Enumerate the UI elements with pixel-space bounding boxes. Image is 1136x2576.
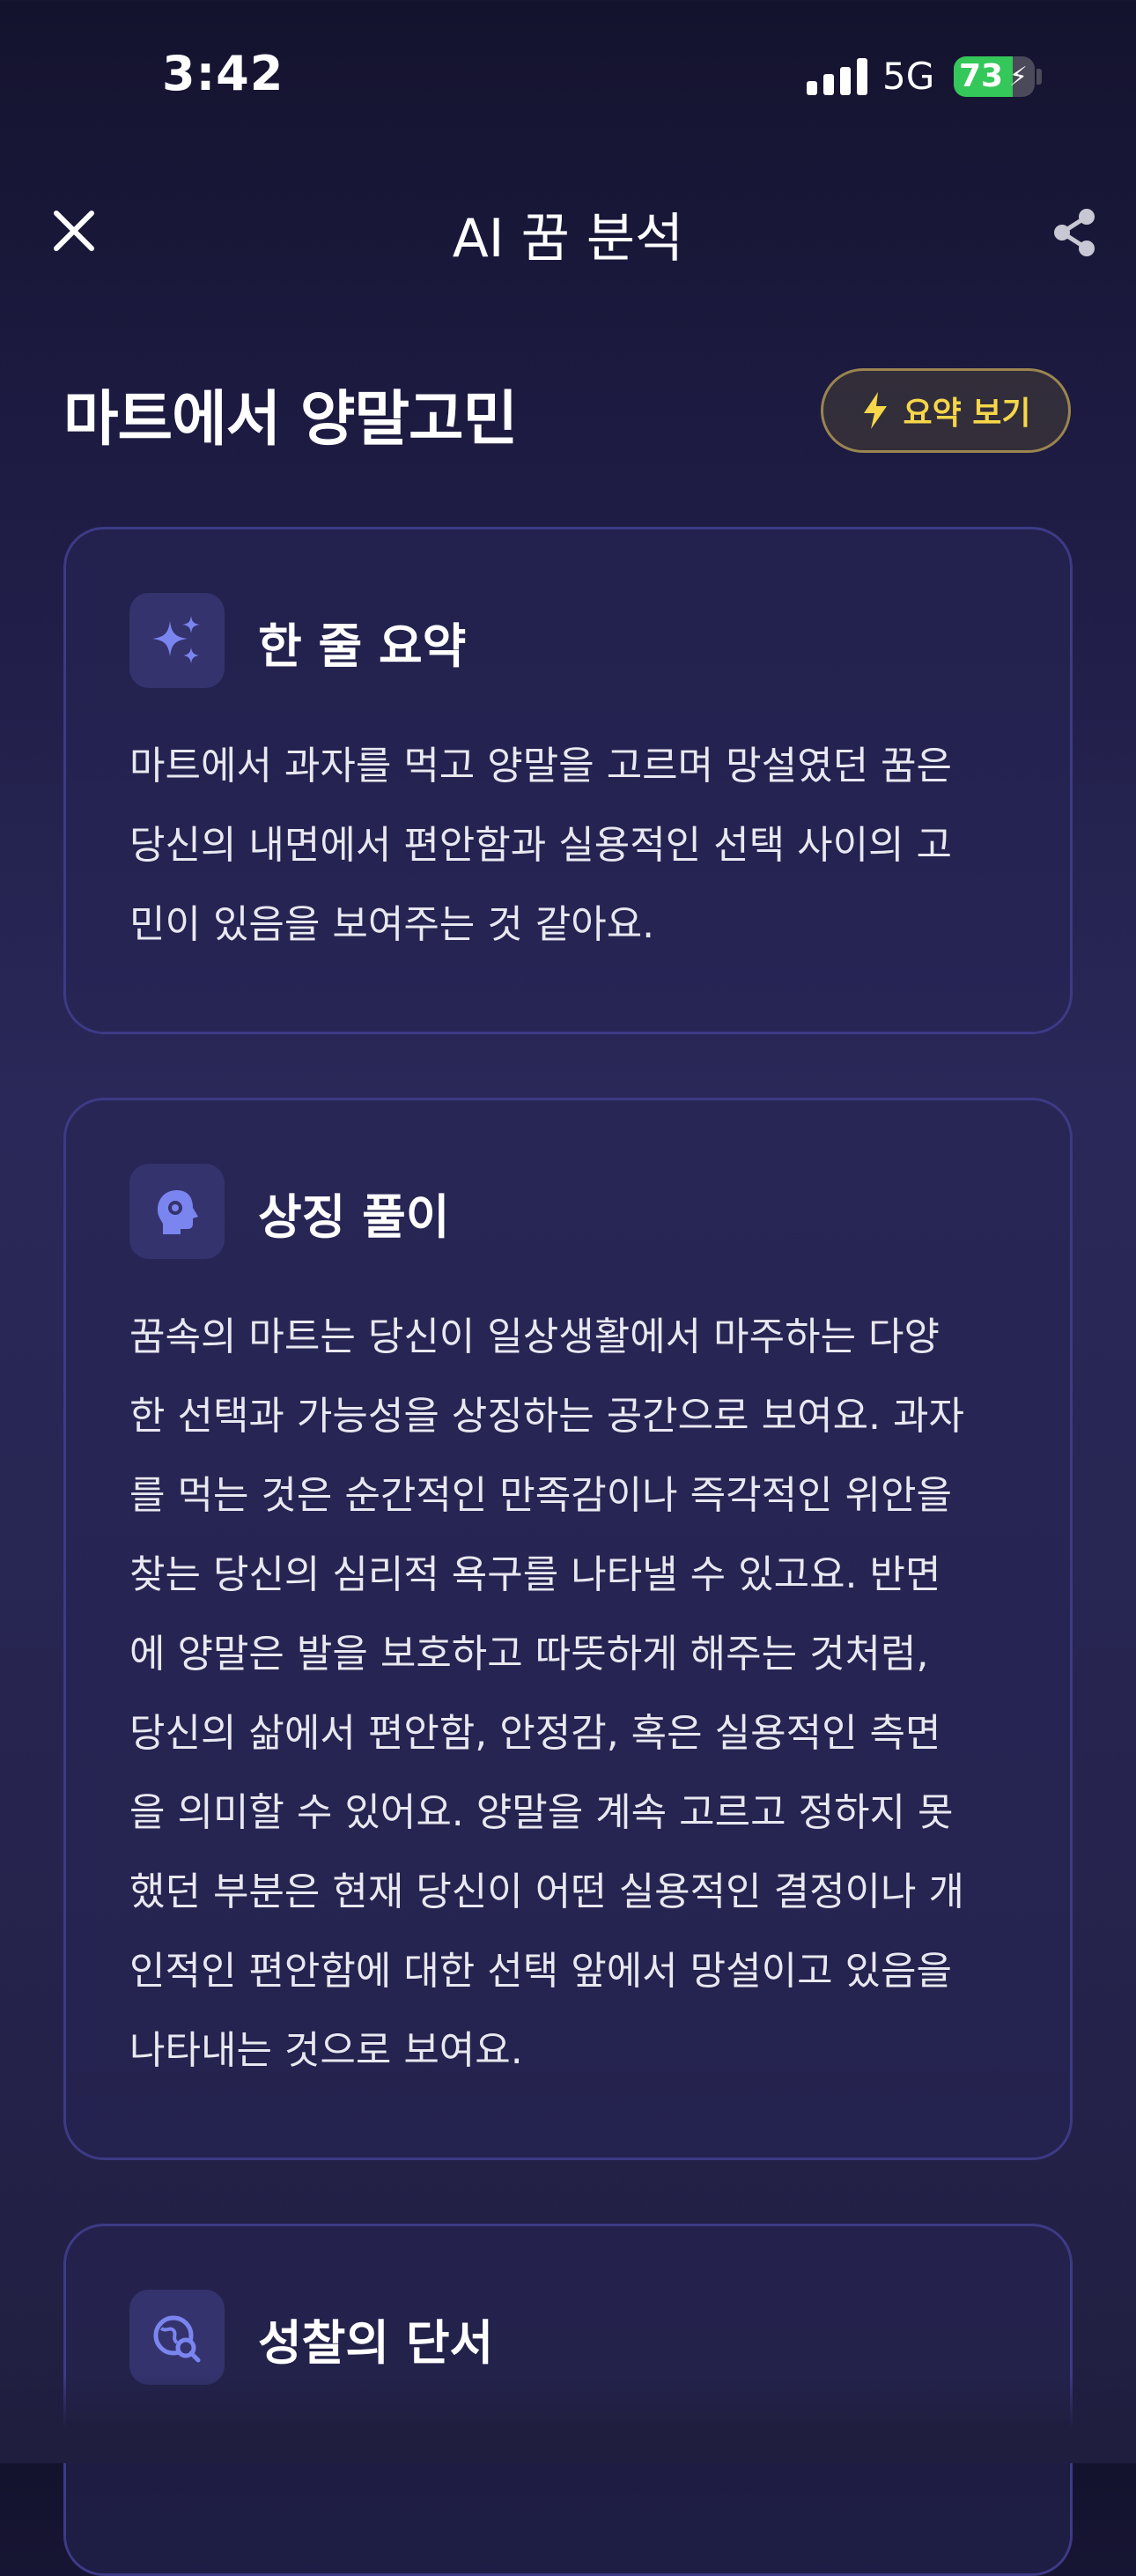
charging-bolt-icon: ⚡ <box>1008 62 1028 93</box>
sparkles-icon <box>152 616 200 663</box>
body-line: 민이 있음을 보여주는 것 같아요. <box>129 902 655 947</box>
summary-card-icon <box>129 593 225 688</box>
page-title: 마트에서 양말고민 <box>63 385 518 455</box>
lightning-icon <box>864 392 888 429</box>
body-line: 했던 부분은 현재 당신이 어떤 실용적인 결정이나 개 <box>129 1869 964 1914</box>
summary-card: 한 줄 요약 마트에서 과자를 먹고 양말을 고르며 망설였던 꿈은 당신의 내… <box>63 527 1073 1034</box>
head-gear-icon <box>158 1190 198 1234</box>
body-line: 꿈속의 마트는 당신이 일상생활에서 마주하는 다양 <box>129 1314 941 1359</box>
body-line: 당신의 삶에서 편안함, 안정감, 혹은 실용적인 측면 <box>129 1711 941 1756</box>
body-line: 당신의 내면에서 편안함과 실용적인 선택 사이의 고 <box>129 823 952 868</box>
network-type: 5G <box>882 55 935 98</box>
body-line: 찾는 당신의 심리적 욕구를 나타낼 수 있고요. 반면 <box>129 1552 941 1597</box>
reflection-card-title: 성찰의 단서 <box>258 2315 494 2371</box>
symbol-card-title: 상징 풀이 <box>258 1189 450 1245</box>
share-button[interactable] <box>1043 201 1106 264</box>
globe-search-icon <box>153 2315 201 2363</box>
symbol-card-icon <box>129 1164 225 1259</box>
body-line: 를 먹는 것은 순간적인 만족감이나 즉각적인 위안을 <box>129 1473 952 1518</box>
body-line: 인적인 편안함에 대한 선택 앞에서 망설이고 있음을 <box>129 1949 952 1994</box>
summary-view-label: 요약 보기 <box>903 396 1031 432</box>
cellular-signal-icon <box>807 58 868 95</box>
bottom-fade <box>0 2375 1136 2463</box>
summary-card-body: 마트에서 과자를 먹고 양말을 고르며 망설였던 꿈은 당신의 내면에서 편안함… <box>129 727 1028 965</box>
share-icon <box>1054 209 1095 256</box>
body-line: 나타내는 것으로 보여요. <box>129 2028 523 2073</box>
status-time: 3:42 <box>162 46 284 101</box>
summary-view-button[interactable]: 요약 보기 <box>821 368 1071 453</box>
body-line: 을 의미할 수 있어요. 양말을 계속 고르고 정하지 못 <box>129 1790 954 1835</box>
symbol-card: 상징 풀이 꿈속의 마트는 당신이 일상생활에서 마주하는 다양 한 선택과 가… <box>63 1098 1073 2160</box>
body-line: 한 선택과 가능성을 상징하는 공간으로 보여요. 과자 <box>129 1394 964 1439</box>
battery-icon: 73 ⚡ <box>954 56 1035 97</box>
summary-card-title: 한 줄 요약 <box>258 618 467 674</box>
body-line: 에 양말은 발을 보호하고 따뜻하게 해주는 것처럼, <box>129 1632 929 1677</box>
reflection-card-icon <box>129 2290 225 2385</box>
body-line: 마트에서 과자를 먹고 양말을 고르며 망설였던 꿈은 <box>129 744 952 788</box>
nav-title: AI 꿈 분석 <box>452 208 684 270</box>
battery-tip <box>1036 69 1042 85</box>
symbol-card-body: 꿈속의 마트는 당신이 일상생활에서 마주하는 다양 한 선택과 가능성을 상징… <box>129 1298 1028 2091</box>
battery-percent: 73 <box>959 58 1004 94</box>
